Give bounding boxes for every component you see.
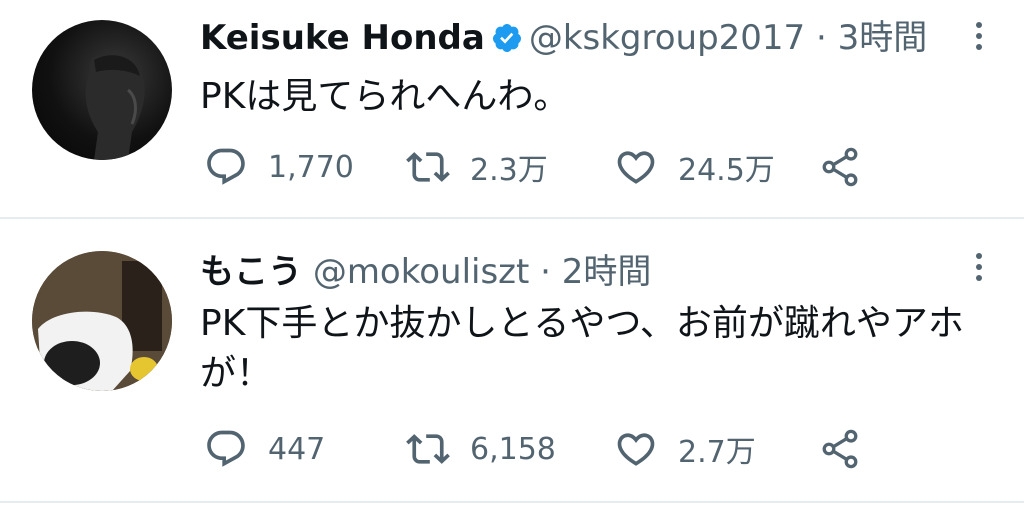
like-count: 24.5万 <box>678 153 775 188</box>
avatar-portrait-icon <box>85 54 145 160</box>
verified-badge-icon <box>492 24 521 52</box>
avatar-photo-icon <box>32 251 172 391</box>
tweet-text: PK下手とか抜かしとるやつ、お前が蹴れやアホが！ <box>200 303 964 394</box>
avatar[interactable] <box>32 251 172 391</box>
retweet-button[interactable]: 2.3万 <box>406 142 548 192</box>
display-name[interactable]: Keisuke Honda <box>200 18 485 58</box>
reply-button[interactable]: 447 <box>204 424 325 474</box>
reply-icon <box>207 430 245 467</box>
tweet[interactable]: もこう @mokouliszt · 2時間 PK下手とか抜かしとるやつ、お前が蹴… <box>0 219 1024 501</box>
like-button[interactable]: 24.5万 <box>614 142 775 192</box>
reply-count: 447 <box>268 431 326 467</box>
share-button[interactable] <box>818 424 862 474</box>
reply-count: 1,770 <box>268 149 354 185</box>
like-icon <box>617 151 655 184</box>
more-options-icon[interactable] <box>976 22 984 55</box>
user-handle[interactable]: @kskgroup2017 <box>529 18 805 58</box>
retweet-icon <box>406 434 450 464</box>
share-icon <box>822 429 858 469</box>
timestamp[interactable]: 3時間 <box>838 18 928 58</box>
retweet-count: 2.3万 <box>470 153 548 188</box>
share-button[interactable] <box>818 142 862 192</box>
separator: · <box>816 18 827 58</box>
like-button[interactable]: 2.7万 <box>614 424 756 474</box>
like-count: 2.7万 <box>678 435 756 470</box>
share-icon <box>822 147 858 187</box>
reply-icon <box>207 148 245 185</box>
more-options-icon[interactable] <box>976 253 984 286</box>
retweet-icon <box>406 152 450 182</box>
tweet-divider <box>0 501 1024 503</box>
tweet-actions: 447 6,158 2.7万 <box>200 424 900 474</box>
separator: · <box>540 252 551 292</box>
tweet[interactable]: Keisuke Honda @kskgroup2017 · 3時間 PKは見てられ… <box>0 0 1024 218</box>
tweet-text: PKは見てられへんわ。 <box>200 76 570 117</box>
tweet-header: Keisuke Honda @kskgroup2017 · 3時間 <box>200 18 927 58</box>
reply-button[interactable]: 1,770 <box>204 142 354 192</box>
tweet-header: もこう @mokouliszt · 2時間 <box>200 252 651 292</box>
timestamp[interactable]: 2時間 <box>562 252 652 292</box>
retweet-button[interactable]: 6,158 <box>406 424 556 474</box>
display-name[interactable]: もこう <box>200 252 302 292</box>
retweet-count: 6,158 <box>470 431 556 467</box>
like-icon <box>617 433 655 466</box>
avatar[interactable] <box>32 20 172 160</box>
tweet-actions: 1,770 2.3万 24.5万 <box>200 142 900 192</box>
user-handle[interactable]: @mokouliszt <box>313 252 530 292</box>
